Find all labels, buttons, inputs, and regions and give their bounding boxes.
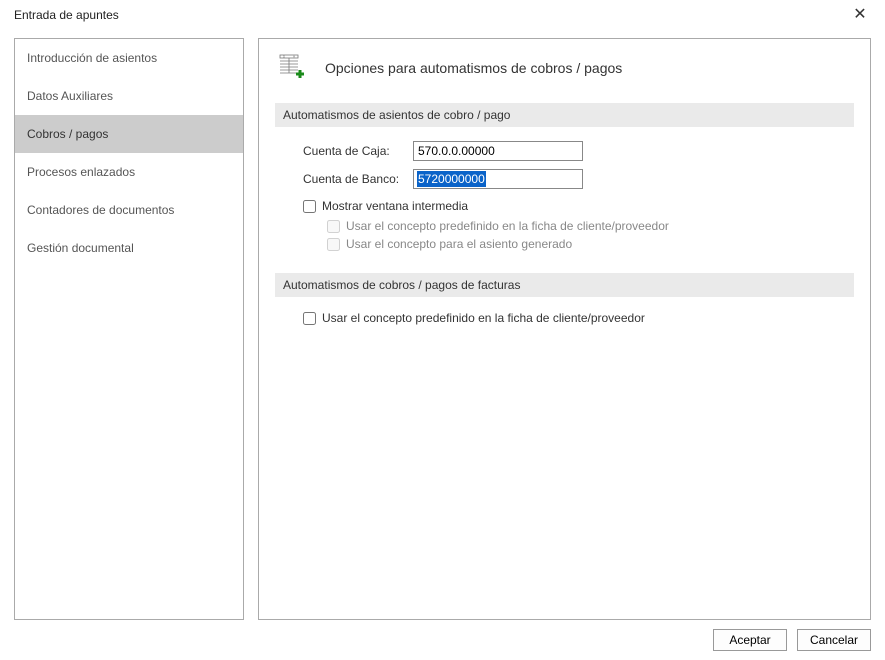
sidebar-item-introduccion[interactable]: Introducción de asientos <box>15 39 243 77</box>
sidebar-item-gestion-documental[interactable]: Gestión documental <box>15 229 243 267</box>
sidebar-item-contadores-documentos[interactable]: Contadores de documentos <box>15 191 243 229</box>
check-sub-concepto-predefinido: Usar el concepto predefinido en la ficha… <box>275 219 854 233</box>
row-cuenta-caja: Cuenta de Caja: <box>275 141 854 161</box>
cuenta-banco-label: Cuenta de Banco: <box>303 172 413 186</box>
mostrar-ventana-checkbox[interactable] <box>303 200 316 213</box>
check-sub-concepto-asiento: Usar el concepto para el asiento generad… <box>275 237 854 251</box>
check-mostrar-ventana[interactable]: Mostrar ventana intermedia <box>275 199 854 213</box>
sub2-label: Usar el concepto para el asiento generad… <box>346 237 572 251</box>
sidebar-item-datos-auxiliares[interactable]: Datos Auxiliares <box>15 77 243 115</box>
cuenta-banco-value: 5720000000 <box>417 171 486 187</box>
facturas-concepto-label: Usar el concepto predefinido en la ficha… <box>322 311 645 325</box>
sidebar: Introducción de asientos Datos Auxiliare… <box>14 38 244 620</box>
section2-header: Automatismos de cobros / pagos de factur… <box>275 273 854 297</box>
sub1-checkbox <box>327 220 340 233</box>
sub1-label: Usar el concepto predefinido en la ficha… <box>346 219 669 233</box>
row-cuenta-banco: Cuenta de Banco: 5720000000 <box>275 169 854 189</box>
accept-button[interactable]: Aceptar <box>713 629 787 651</box>
facturas-concepto-checkbox[interactable] <box>303 312 316 325</box>
section1-header: Automatismos de asientos de cobro / pago <box>275 103 854 127</box>
cuenta-caja-label: Cuenta de Caja: <box>303 144 413 158</box>
close-icon[interactable]: ✕ <box>845 0 875 30</box>
cuenta-caja-input[interactable] <box>413 141 583 161</box>
page-title: Opciones para automatismos de cobros / p… <box>325 60 622 76</box>
options-icon: D H <box>279 53 309 83</box>
content-panel: D H Opciones para automatismos de cobros… <box>258 38 871 620</box>
mostrar-ventana-label: Mostrar ventana intermedia <box>322 199 468 213</box>
window-title: Entrada de apuntes <box>14 8 119 22</box>
titlebar: Entrada de apuntes ✕ <box>0 0 885 30</box>
check-facturas-concepto[interactable]: Usar el concepto predefinido en la ficha… <box>275 311 854 325</box>
page-header: D H Opciones para automatismos de cobros… <box>275 53 854 83</box>
cuenta-banco-input[interactable]: 5720000000 <box>413 169 583 189</box>
sidebar-item-cobros-pagos[interactable]: Cobros / pagos <box>15 115 243 153</box>
cancel-button[interactable]: Cancelar <box>797 629 871 651</box>
sidebar-item-procesos-enlazados[interactable]: Procesos enlazados <box>15 153 243 191</box>
sub2-checkbox <box>327 238 340 251</box>
dialog-body: Introducción de asientos Datos Auxiliare… <box>0 30 885 620</box>
svg-text:H: H <box>293 55 295 59</box>
dialog-footer: Aceptar Cancelar <box>0 620 885 652</box>
